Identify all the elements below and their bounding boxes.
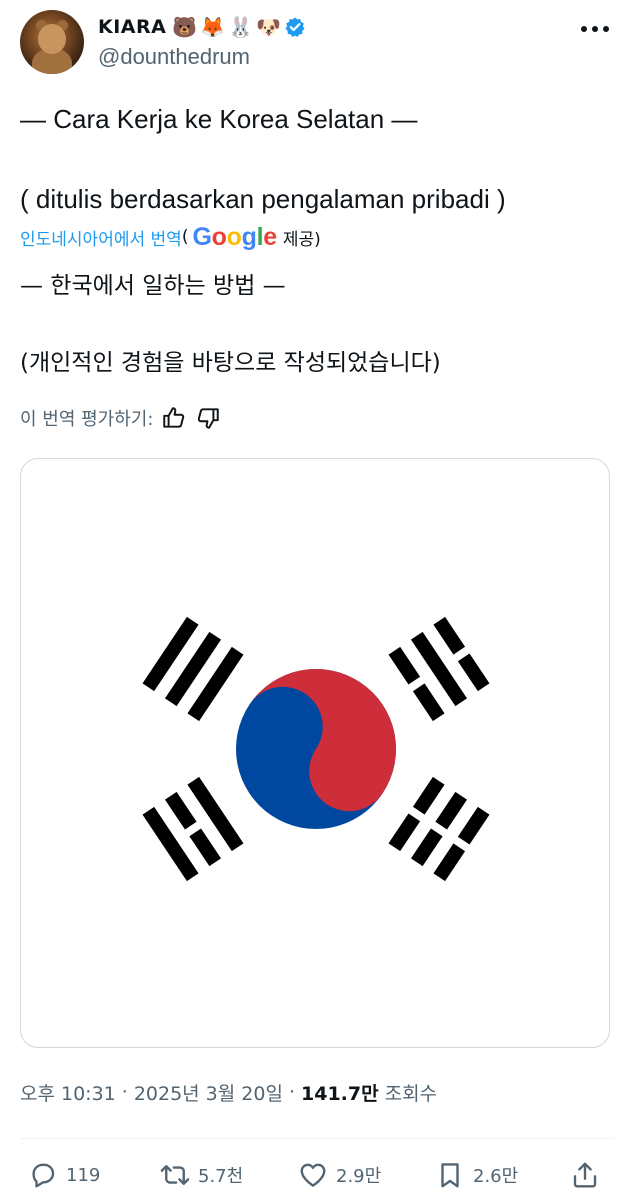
reply-icon bbox=[32, 1163, 55, 1188]
meta-separator: · bbox=[288, 1081, 295, 1103]
fox-emoji: 🦊 bbox=[200, 15, 226, 39]
action-bar: 119 5.7천 2.9만 2.6만 bbox=[0, 1150, 633, 1200]
tweet-date[interactable]: 2025년 3월 20일 bbox=[134, 1079, 283, 1106]
name-row: KIARA 🐻 🦊 🐰 🐶 bbox=[98, 12, 306, 42]
share-button[interactable] bbox=[570, 1158, 600, 1192]
meta-separator: · bbox=[121, 1081, 128, 1103]
rate-translation-row: 이 번역 평가하기: bbox=[20, 402, 221, 434]
avatar-figure-face bbox=[38, 24, 66, 54]
user-handle[interactable]: @dounthedrum bbox=[98, 44, 250, 70]
trigram-top-left bbox=[142, 616, 244, 722]
tweet-text-line-2: ( ditulis berdasarkan pengalaman pribadi… bbox=[20, 184, 506, 214]
like-button[interactable]: 2.9만 bbox=[298, 1158, 381, 1192]
translated-text-line-1: — 한국에서 일하는 방법 — bbox=[20, 273, 286, 299]
tweet-time[interactable]: 오후 10:31 bbox=[20, 1079, 116, 1106]
thumbs-down-icon[interactable] bbox=[195, 405, 221, 431]
repost-button[interactable]: 5.7천 bbox=[160, 1158, 243, 1192]
reply-button[interactable]: 119 bbox=[28, 1158, 100, 1192]
tweet-meta: 오후 10:31 · 2025년 3월 20일 · 141.7만 조회수 bbox=[20, 1075, 437, 1109]
dog-emoji: 🐶 bbox=[256, 15, 282, 39]
trigram-bottom-right bbox=[388, 776, 490, 882]
google-logo: Google bbox=[192, 222, 277, 251]
repost-icon bbox=[160, 1165, 190, 1185]
tweet-text-line-1: — Cara Kerja ke Korea Selatan — bbox=[20, 104, 418, 134]
media-image-card[interactable] bbox=[20, 458, 610, 1048]
translated-from-link[interactable]: 인도네시아어에서 번역 bbox=[20, 225, 182, 250]
bookmark-button[interactable]: 2.6만 bbox=[435, 1158, 518, 1192]
thumbs-up-icon[interactable] bbox=[161, 405, 187, 431]
trigram-top-right bbox=[388, 616, 490, 722]
verified-badge-icon[interactable] bbox=[284, 16, 306, 38]
translated-text-line-2: (개인적인 경험을 바탕으로 작성되었습니다) bbox=[20, 350, 441, 376]
reply-count: 119 bbox=[66, 1164, 101, 1186]
divider bbox=[20, 1138, 613, 1139]
avatar[interactable] bbox=[20, 10, 84, 74]
bookmark-icon bbox=[441, 1163, 459, 1188]
open-paren: ( bbox=[181, 227, 189, 247]
rabbit-emoji: 🐰 bbox=[228, 15, 254, 39]
south-korea-flag-image bbox=[142, 616, 490, 882]
provided-label: 제공) bbox=[282, 229, 321, 250]
tweet-header: KIARA 🐻 🦊 🐰 🐶 @dounthedrum bbox=[0, 0, 633, 90]
rate-translation-label: 이 번역 평가하기: bbox=[20, 409, 154, 430]
views-count[interactable]: 141.7만 bbox=[301, 1079, 379, 1106]
translation-attribution: 인도네시아어에서 번역 ( Google 제공) bbox=[20, 222, 321, 252]
more-icon[interactable] bbox=[578, 16, 612, 42]
display-name[interactable]: KIARA bbox=[98, 16, 166, 38]
like-count: 2.9만 bbox=[336, 1166, 382, 1187]
share-icon bbox=[573, 1162, 597, 1188]
heart-icon bbox=[300, 1163, 326, 1187]
views-label: 조회수 bbox=[384, 1082, 438, 1105]
trigram-bottom-left bbox=[142, 776, 244, 882]
bear-emoji: 🐻 bbox=[172, 15, 198, 39]
bookmark-count: 2.6만 bbox=[473, 1166, 519, 1187]
repost-count: 5.7천 bbox=[198, 1166, 244, 1187]
